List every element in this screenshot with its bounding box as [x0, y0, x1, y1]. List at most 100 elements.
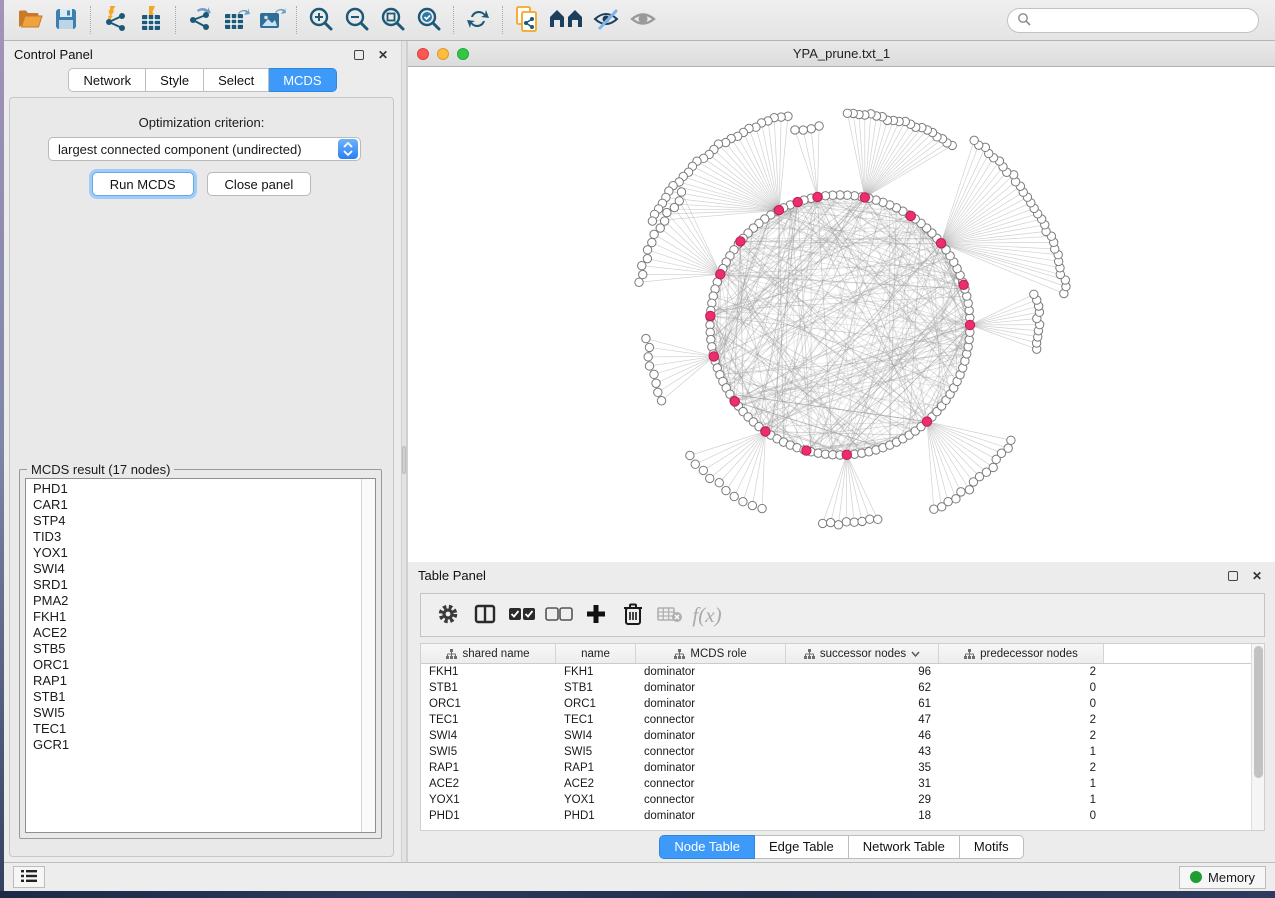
hide-selected-icon: [593, 7, 621, 34]
column-header-shared-name[interactable]: shared name: [421, 644, 556, 663]
tab-node-table[interactable]: Node Table: [659, 835, 755, 859]
mcds-result-item[interactable]: SWI5: [33, 705, 361, 721]
first-neighbors-button[interactable]: [545, 3, 589, 37]
mcds-result-item[interactable]: CAR1: [33, 497, 361, 513]
dropdown-stepper-icon: [338, 139, 358, 159]
table-scrollbar-thumb[interactable]: [1254, 646, 1263, 778]
vertical-splitter[interactable]: [401, 41, 407, 862]
close-panel-button-mcds[interactable]: Close panel: [207, 172, 312, 196]
mcds-result-item[interactable]: GCR1: [33, 737, 361, 753]
tab-motifs[interactable]: Motifs: [960, 835, 1024, 859]
table-scrollbar[interactable]: [1251, 644, 1264, 830]
function-builder-button[interactable]: f(x): [692, 600, 722, 630]
float-table-panel-button[interactable]: [1225, 568, 1241, 584]
create-column-button[interactable]: [581, 600, 611, 630]
mcds-result-item[interactable]: PHD1: [33, 481, 361, 497]
table-row[interactable]: YOX1YOX1connector291: [421, 792, 1251, 808]
zoom-in-button[interactable]: [303, 3, 339, 37]
tab-mcds[interactable]: MCDS: [269, 68, 336, 92]
mcds-list-scrollbar[interactable]: [361, 479, 375, 832]
network-graph[interactable]: [408, 67, 1275, 562]
table-row[interactable]: FKH1FKH1dominator962: [421, 664, 1251, 680]
export-image-button[interactable]: [254, 3, 290, 37]
search-field[interactable]: [1007, 8, 1259, 33]
mcds-result-item[interactable]: FKH1: [33, 609, 361, 625]
mcds-result-item[interactable]: ORC1: [33, 657, 361, 673]
mcds-result-item[interactable]: YOX1: [33, 545, 361, 561]
delete-column-button[interactable]: [618, 600, 648, 630]
table-settings-button[interactable]: [433, 600, 463, 630]
cell-predecessor-nodes: 0: [939, 810, 1104, 822]
show-columns-button[interactable]: [470, 600, 500, 630]
table-row[interactable]: TEC1TEC1connector472: [421, 712, 1251, 728]
mcds-result-item[interactable]: STB5: [33, 641, 361, 657]
splitter-grip[interactable]: [402, 446, 406, 474]
mcds-result-item[interactable]: ACE2: [33, 625, 361, 641]
deselect-all-columns-button[interactable]: [544, 600, 574, 630]
column-header-name[interactable]: name: [556, 644, 636, 663]
select-all-columns-button[interactable]: [507, 600, 537, 630]
save-session-button[interactable]: [48, 3, 84, 37]
table-row[interactable]: SWI5SWI5connector431: [421, 744, 1251, 760]
mcds-result-item[interactable]: PMA2: [33, 593, 361, 609]
run-mcds-button[interactable]: Run MCDS: [92, 172, 194, 196]
hide-selected-button[interactable]: [589, 3, 625, 37]
table-row[interactable]: ACE2ACE2connector311: [421, 776, 1251, 792]
task-history-button[interactable]: [13, 866, 45, 888]
tab-network-table[interactable]: Network Table: [849, 835, 960, 859]
cell-predecessor-nodes: 0: [939, 682, 1104, 694]
sort-descending-icon: [911, 651, 920, 657]
mcds-result-list[interactable]: PHD1CAR1STP4TID3YOX1SWI4SRD1PMA2FKH1ACE2…: [25, 478, 376, 833]
mcds-result-item[interactable]: TID3: [33, 529, 361, 545]
mcds-result-item[interactable]: TEC1: [33, 721, 361, 737]
close-table-panel-button[interactable]: ✕: [1249, 568, 1265, 584]
column-header-MCDS-role[interactable]: MCDS role: [636, 644, 786, 663]
open-folder-button[interactable]: [12, 3, 48, 37]
export-table-button[interactable]: [218, 3, 254, 37]
table-row[interactable]: SWI4SWI4dominator462: [421, 728, 1251, 744]
close-window-icon[interactable]: [417, 48, 429, 60]
column-header-predecessor-nodes[interactable]: predecessor nodes: [939, 644, 1104, 663]
import-network-button[interactable]: [97, 3, 133, 37]
table-row[interactable]: STB1STB1dominator620: [421, 680, 1251, 696]
zoom-out-button[interactable]: [339, 3, 375, 37]
float-panel-button[interactable]: [351, 47, 367, 63]
mcds-result-item[interactable]: RAP1: [33, 673, 361, 689]
table-row[interactable]: ORC1ORC1dominator610: [421, 696, 1251, 712]
mcds-result-item[interactable]: SWI4: [33, 561, 361, 577]
selected-criterion: largest connected component (undirected): [49, 142, 338, 157]
table-row[interactable]: PHD1PHD1dominator180: [421, 808, 1251, 824]
delete-table-button[interactable]: [655, 600, 685, 630]
export-network-icon: [186, 6, 214, 35]
memory-button[interactable]: Memory: [1179, 866, 1266, 889]
close-panel-button[interactable]: ✕: [375, 47, 391, 63]
new-network-from-selection-button[interactable]: [509, 3, 545, 37]
mcds-tab-panel: Optimization criterion: largest connecte…: [9, 97, 394, 857]
mcds-result-item[interactable]: STP4: [33, 513, 361, 529]
tab-style[interactable]: Style: [146, 68, 204, 92]
table-row[interactable]: RAP1RAP1dominator352: [421, 760, 1251, 776]
minimize-window-icon[interactable]: [437, 48, 449, 60]
show-all-button[interactable]: [625, 3, 661, 37]
cell-name: ORC1: [556, 698, 636, 710]
zoom-fit-button[interactable]: [375, 3, 411, 37]
import-table-button[interactable]: [133, 3, 169, 37]
export-network-button[interactable]: [182, 3, 218, 37]
cell-successor-nodes: 47: [786, 714, 939, 726]
mcds-result-item[interactable]: STB1: [33, 689, 361, 705]
cell-predecessor-nodes: 2: [939, 714, 1104, 726]
column-header-successor-nodes[interactable]: successor nodes: [786, 644, 939, 663]
network-view-canvas[interactable]: [408, 67, 1275, 562]
tab-network[interactable]: Network: [68, 68, 146, 92]
cell-shared-name: FKH1: [421, 666, 556, 678]
maximize-window-icon[interactable]: [457, 48, 469, 60]
optimization-criterion-select[interactable]: largest connected component (undirected): [48, 137, 361, 161]
zoom-selected-button[interactable]: [411, 3, 447, 37]
cell-successor-nodes: 61: [786, 698, 939, 710]
tab-edge-table[interactable]: Edge Table: [755, 835, 849, 859]
refresh-button[interactable]: [460, 3, 496, 37]
cell-MCDS-role: connector: [636, 778, 786, 790]
search-input[interactable]: [1037, 13, 1249, 27]
tab-select[interactable]: Select: [204, 68, 269, 92]
mcds-result-item[interactable]: SRD1: [33, 577, 361, 593]
